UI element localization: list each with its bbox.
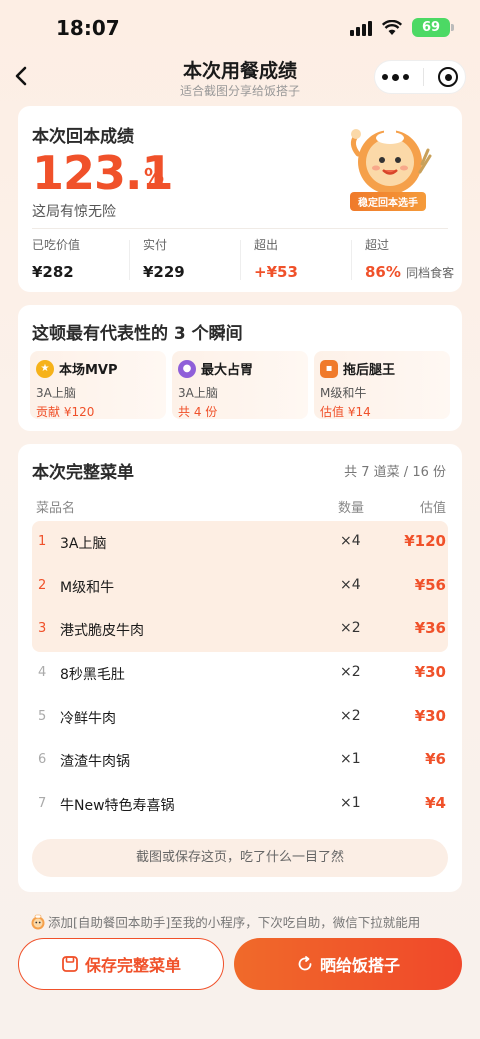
- stat-exceeded: 超出 +¥53: [240, 236, 351, 281]
- drag-icon: ▪: [320, 359, 338, 378]
- status-time: 18:07: [56, 16, 120, 40]
- medal-icon: ★: [36, 359, 54, 378]
- wifi-icon: [382, 19, 402, 35]
- nav-bar: 本次用餐成绩 适合截图分享给饭搭子: [0, 52, 480, 104]
- mascot-small-icon: [31, 914, 45, 930]
- menu-title: 本次完整菜单: [32, 463, 134, 483]
- table-row: 5 冷鲜牛肉 ×2 ¥30: [38, 706, 446, 727]
- moments-title: 这顿最有代表性的 3 个瞬间: [32, 324, 243, 344]
- save-menu-button[interactable]: 保存完整菜单: [18, 938, 224, 990]
- mini-program-capsule: [374, 60, 466, 94]
- percent-sign: %: [144, 164, 165, 188]
- moment-mvp: ★ 本场MVP 3A上脑 贡献 ¥120: [30, 351, 166, 419]
- title-badge: 稳定回本选手: [350, 192, 426, 211]
- stat-eaten-value: 已吃价值 ¥282: [32, 238, 81, 281]
- stat-paid: 实付 ¥229: [129, 236, 240, 281]
- share-button[interactable]: 晒给饭搭子: [234, 938, 462, 990]
- add-mini-program-note: 添加[自助餐回本助手]至我的小程序，下次吃自助，微信下拉就能用: [30, 912, 420, 931]
- table-header: 菜品名 数量 估值: [36, 501, 446, 516]
- menu-count: 共 7 道菜 / 16 份: [344, 465, 446, 480]
- save-icon: [62, 956, 78, 972]
- moment-drag: ▪ 拖后腿王 M级和牛 估值 ¥14: [314, 351, 450, 419]
- close-program-icon[interactable]: [438, 67, 458, 87]
- status-bar: 18:07 69: [0, 0, 480, 56]
- refresh-share-icon: [298, 956, 312, 971]
- stomach-icon: ●: [178, 359, 196, 378]
- table-row: 6 渣渣牛肉锅 ×1 ¥6: [38, 750, 446, 771]
- moment-biggest-portion: ● 最大占胃 3A上脑 共 4 份: [172, 351, 308, 419]
- stat-beat-percent: 超过 86% 同档食客: [351, 236, 462, 281]
- battery-icon: 69: [412, 18, 454, 37]
- summary-title: 本次回本成绩: [32, 127, 134, 147]
- table-row: 2 M级和牛 ×4 ¥56: [32, 564, 448, 609]
- signal-icon: [350, 20, 372, 36]
- moments-card: 这顿最有代表性的 3 个瞬间 ★ 本场MVP 3A上脑 贡献 ¥120 ● 最大…: [18, 305, 462, 431]
- table-row: 1 3A上脑 ×4 ¥120: [32, 521, 448, 565]
- verdict-text: 这局有惊无险: [32, 204, 116, 220]
- summary-card: 本次回本成绩 123.1 % 这局有惊无险 稳定回本选手 已吃价值 ¥282 实…: [18, 106, 462, 292]
- menu-card: 本次完整菜单 共 7 道菜 / 16 份 菜品名 数量 估值 1 3A上脑 ×4…: [18, 444, 462, 892]
- table-row: 4 8秒黑毛肚 ×2 ¥30: [38, 663, 446, 684]
- more-icon[interactable]: [382, 73, 409, 81]
- table-row: 3 港式脆皮牛肉 ×2 ¥36: [32, 608, 448, 653]
- stats-row: 已吃价值 ¥282 实付 ¥229 超出 +¥53 超过 86% 同档食客: [18, 236, 462, 281]
- table-row: 7 牛New特色寿喜锅 ×1 ¥4: [38, 794, 446, 815]
- screenshot-tip: 截图或保存这页，吃了什么一目了然: [32, 839, 448, 877]
